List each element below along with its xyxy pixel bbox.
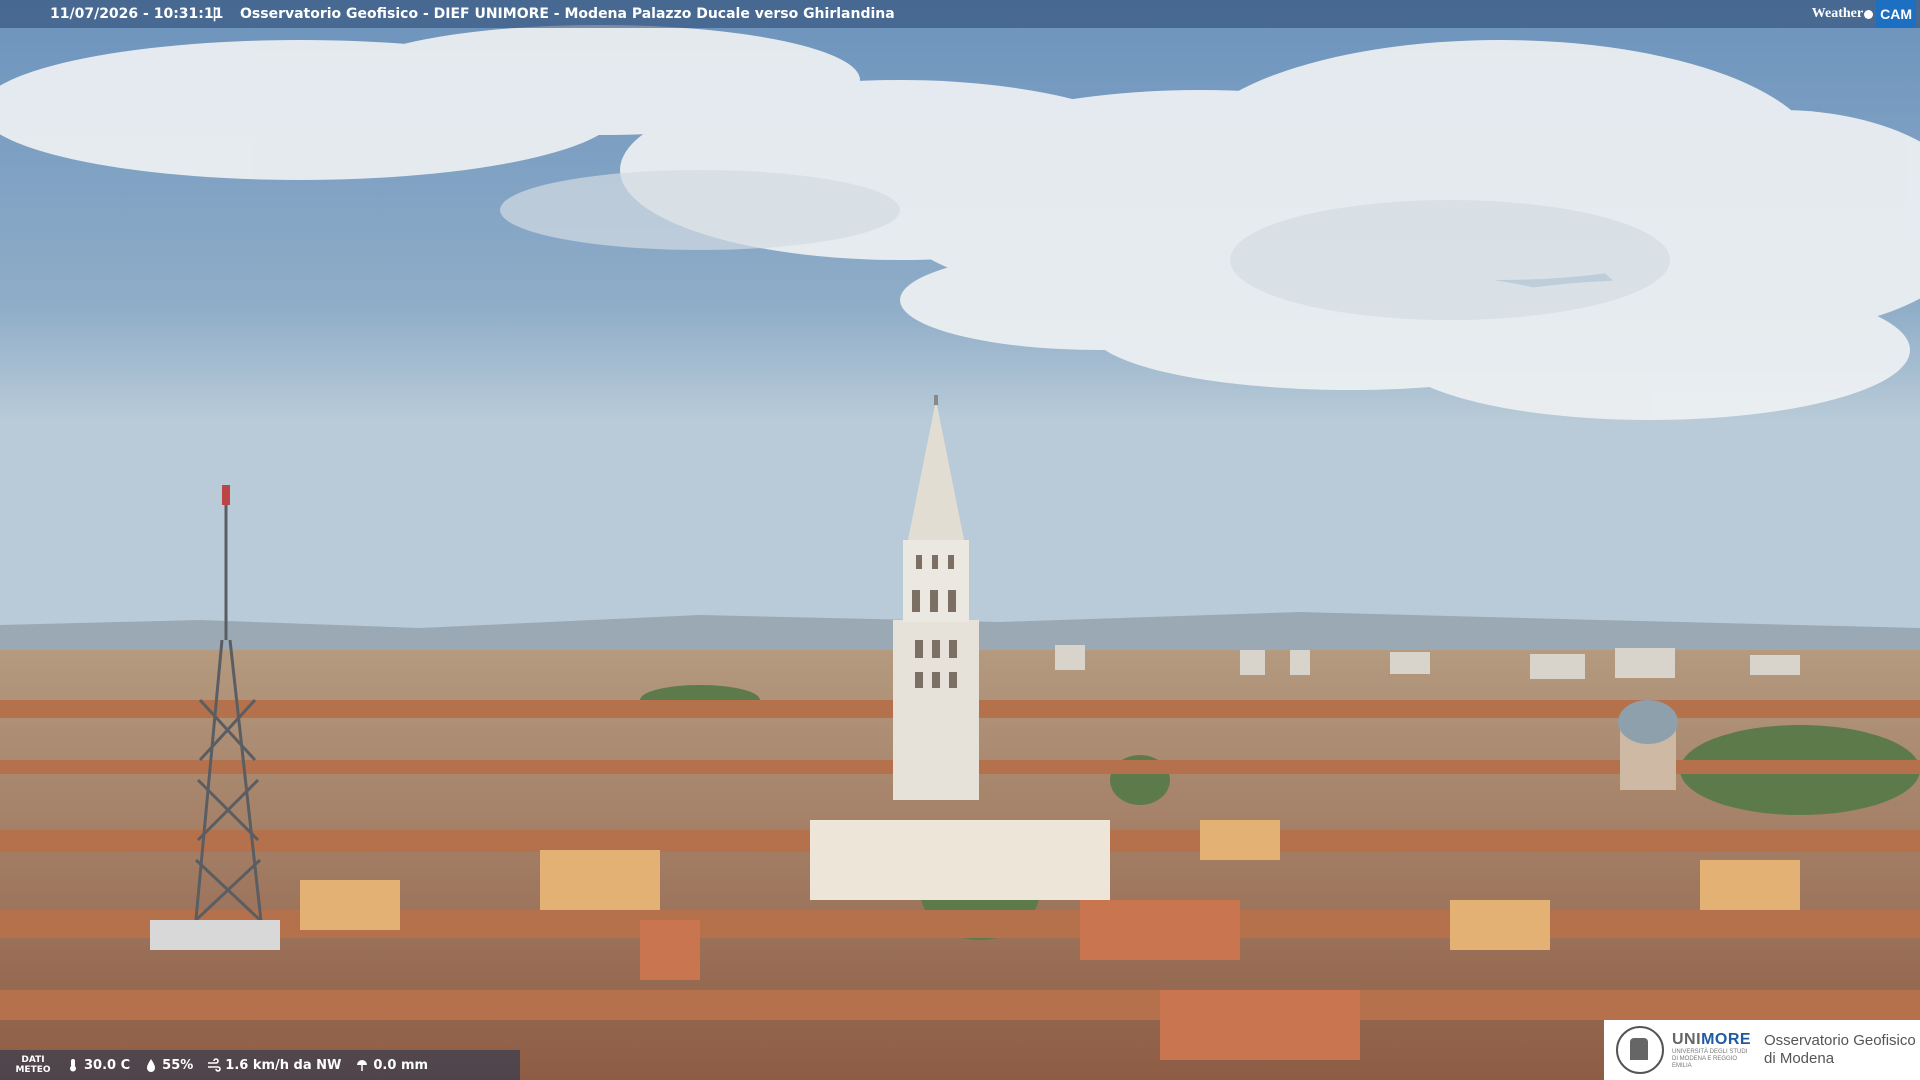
weathercam-logo: Weather CAM [1811, 0, 1916, 28]
observatory-line-2: di Modena [1764, 1050, 1835, 1067]
wind-reading: 1.6 km/h da NW [207, 1058, 341, 1073]
top-overlay-bar: 11/07/2026 - 10:31:11 | Osservatorio Geo… [0, 0, 1920, 28]
wind-value: 1.6 km/h da NW [225, 1057, 342, 1073]
weathercam-logo-cam: CAM [1876, 0, 1916, 28]
observatory-name: Osservatorio Geofisico di Modena [1764, 1032, 1916, 1068]
timestamp: 11/07/2026 - 10:31:11 [50, 6, 224, 22]
humidity-value: 55% [162, 1057, 194, 1073]
droplet-icon [147, 1059, 156, 1072]
rain-reading: 0.0 mm [355, 1058, 428, 1073]
camera-title: Osservatorio Geofisico - DIEF UNIMORE - … [240, 6, 895, 22]
meteo-data-bar: DATI METEO 30.0 C 55% 1.6 km/h da NW 0.0… [0, 1050, 520, 1080]
unimore-brand-suffix: MORE [1701, 1030, 1752, 1048]
observatory-line-1: Osservatorio Geofisico [1764, 1032, 1916, 1049]
humidity-reading: 55% [144, 1058, 193, 1073]
rain-gauge-icon [357, 1060, 368, 1071]
weathercam-logo-text: Weather [1811, 6, 1864, 21]
unimore-observatory-logo: UNIMORE UNIVERSITÀ DEGLI STUDI DI MODENA… [1604, 1020, 1920, 1080]
weathercam-dot-icon [1864, 9, 1874, 19]
unimore-brand: UNIMORE UNIVERSITÀ DEGLI STUDI DI MODENA… [1672, 1031, 1754, 1070]
title-separator: | [212, 6, 218, 22]
wind-icon [208, 1058, 222, 1072]
webcam-frame: 11/07/2026 - 10:31:11 | Osservatorio Geo… [0, 0, 1920, 1080]
meteo-label: DATI METEO [15, 1055, 51, 1075]
unimore-brand-sub: UNIVERSITÀ DEGLI STUDI DI MODENA E REGGI… [1672, 1048, 1748, 1069]
temperature-reading: 30.0 C [66, 1058, 130, 1073]
temperature-value: 30.0 C [84, 1057, 131, 1073]
unimore-brand-prefix: UNI [1672, 1030, 1702, 1048]
university-seal-icon [1616, 1026, 1664, 1074]
thermometer-icon [70, 1059, 76, 1072]
cityscape-image [0, 0, 1920, 1080]
rain-value: 0.0 mm [373, 1057, 429, 1073]
